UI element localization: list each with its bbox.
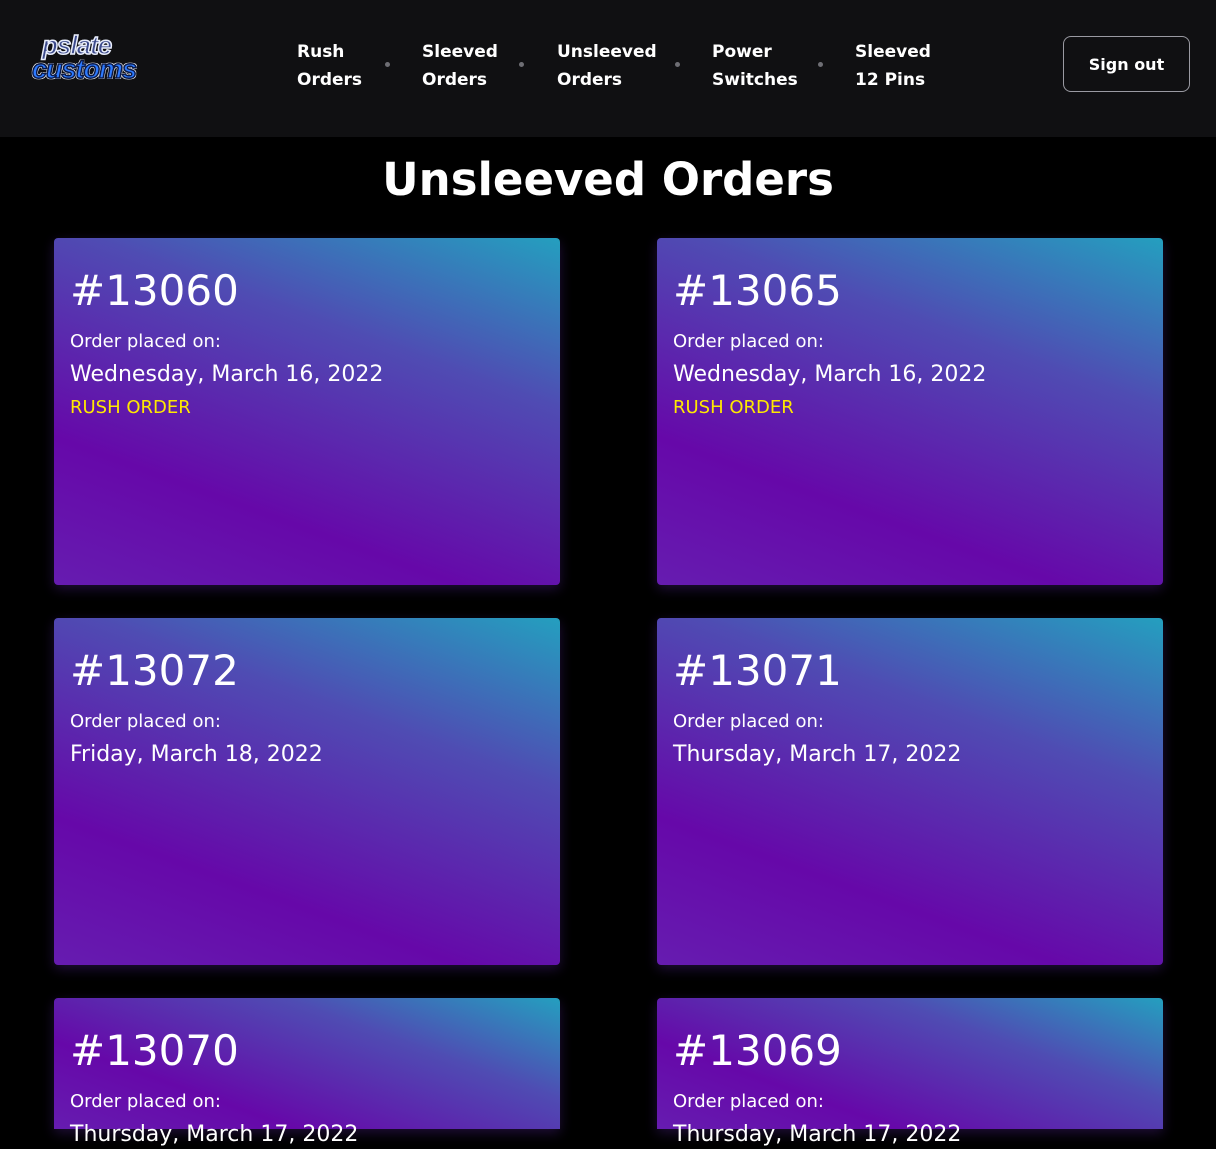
nav-separator-dot (675, 62, 680, 67)
nav-link-label-line2: 12 Pins (855, 70, 926, 90)
rush-order-badge: RUSH ORDER (70, 397, 191, 418)
page-title: Unsleeved Orders (382, 153, 834, 206)
order-number: #13069 (673, 1026, 842, 1075)
order-card[interactable]: #13072 Order placed on: Friday, March 18… (54, 618, 560, 965)
nav-link-label-line1: Unsleeved (557, 42, 657, 62)
order-card[interactable]: #13069 Order placed on: Thursday, March … (657, 998, 1163, 1147)
logo-line-2: customs (31, 53, 138, 85)
order-placed-label: Order placed on: (70, 711, 221, 732)
order-placed-date: Thursday, March 17, 2022 (673, 742, 962, 767)
order-number: #13072 (70, 646, 239, 695)
order-number: #13060 (70, 266, 239, 315)
order-placed-label: Order placed on: (70, 331, 221, 352)
nav-separator-dot (818, 62, 823, 67)
nav-link-label-line2: Switches (712, 70, 798, 90)
nav-separator-dot (519, 62, 524, 67)
nav-link-label-line2: Orders (297, 70, 363, 90)
logo-wordmark: pslate customs (30, 29, 140, 96)
order-placed-date: Wednesday, March 16, 2022 (673, 362, 987, 387)
nav-link-rush-orders[interactable]: Rush Orders (297, 38, 362, 94)
nav-link-sleeved-orders[interactable]: Sleeved Orders (422, 38, 498, 94)
order-card[interactable]: #13070 Order placed on: Thursday, March … (54, 998, 560, 1147)
nav-link-unsleeved-orders[interactable]: Unsleeved Orders (557, 38, 657, 94)
nav-link-label-line2: Orders (557, 70, 623, 90)
nav-link-power-switches[interactable]: Power Switches (712, 38, 798, 94)
order-number: #13070 (70, 1026, 239, 1075)
order-number: #13071 (673, 646, 842, 695)
order-placed-date: Friday, March 18, 2022 (70, 742, 323, 767)
nav-link-label-line1: Sleeved (422, 42, 498, 62)
top-navigation-bar: pslate customs Rush Orders Sleeved Order… (0, 0, 1216, 137)
order-placed-label: Order placed on: (673, 331, 824, 352)
order-placed-label: Order placed on: (673, 1091, 824, 1112)
order-card[interactable]: #13065 Order placed on: Wednesday, March… (657, 238, 1163, 585)
order-placed-date: Wednesday, March 16, 2022 (70, 362, 384, 387)
order-placed-date: Thursday, March 17, 2022 (70, 1122, 359, 1147)
nav-link-label-line1: Power (712, 42, 772, 62)
nav-separator-dot (385, 62, 390, 67)
nav-link-label-line1: Rush (297, 42, 345, 62)
brand-logo[interactable]: pslate customs (30, 29, 140, 96)
order-placed-label: Order placed on: (673, 711, 824, 732)
nav-link-label-line1: Sleeved (855, 42, 931, 62)
order-number: #13065 (673, 266, 842, 315)
order-card[interactable]: #13060 Order placed on: Wednesday, March… (54, 238, 560, 585)
order-card[interactable]: #13071 Order placed on: Thursday, March … (657, 618, 1163, 965)
sign-out-button[interactable]: Sign out (1063, 36, 1190, 92)
nav-link-sleeved-12-pins[interactable]: Sleeved 12 Pins (855, 38, 931, 94)
rush-order-badge: RUSH ORDER (673, 397, 794, 418)
order-placed-date: Thursday, March 17, 2022 (673, 1122, 962, 1147)
order-placed-label: Order placed on: (70, 1091, 221, 1112)
nav-link-label-line2: Orders (422, 70, 488, 90)
